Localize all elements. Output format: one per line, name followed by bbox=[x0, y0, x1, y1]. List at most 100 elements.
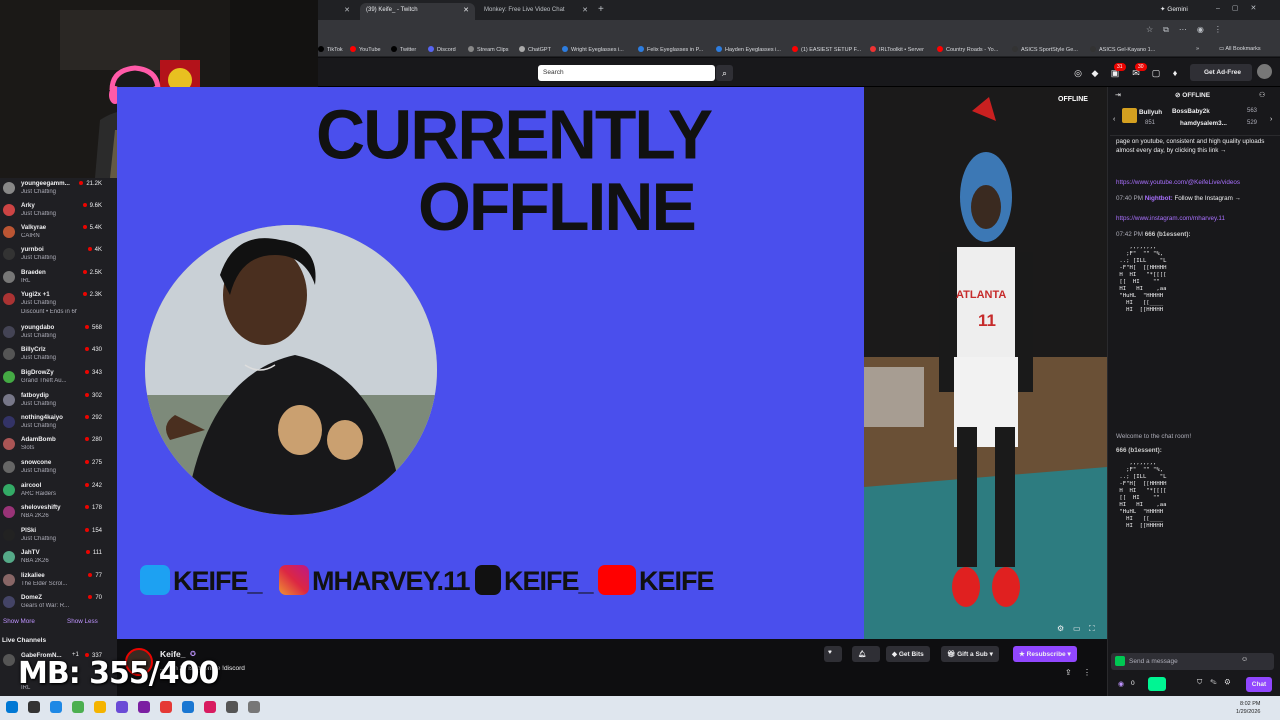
chat-username[interactable]: Nightbot: bbox=[1145, 195, 1173, 202]
bonus-points-button[interactable] bbox=[1148, 677, 1166, 691]
obs-icon[interactable] bbox=[204, 701, 216, 713]
chat-message-input[interactable]: Send a message bbox=[1111, 653, 1274, 670]
app-icon[interactable] bbox=[116, 701, 128, 713]
follow-heart-button[interactable]: ♥ bbox=[824, 646, 842, 662]
bookmark-felix[interactable]: Felix Eyeglasses in P... bbox=[638, 46, 703, 53]
whispers-icon[interactable]: ▢ bbox=[1151, 68, 1161, 78]
social-handle: KEIFE bbox=[639, 566, 715, 596]
bits-icon[interactable]: ◆ bbox=[1090, 68, 1100, 78]
app-icon[interactable] bbox=[248, 701, 260, 713]
get-bits-button[interactable]: ◆ Get Bits bbox=[886, 646, 930, 662]
channel-game: Just Chatting bbox=[21, 300, 57, 306]
chat-username[interactable]: 666 (b1essent): bbox=[1116, 447, 1162, 454]
bookmark-hayden[interactable]: Hayden Eyeglasses i... bbox=[716, 46, 781, 53]
sidebar-channel-item[interactable]: DomeZ Gears of War: R... 70 bbox=[0, 593, 117, 615]
close-tab-icon[interactable]: ✕ bbox=[463, 6, 469, 14]
sidebar-channel-item[interactable]: Yugi2x +1 Just Chatting 2.3K Discount • End… bbox=[0, 290, 117, 315]
resubscribe-button[interactable]: ★ Resubscribe ▾ bbox=[1013, 646, 1077, 662]
edge-icon[interactable] bbox=[50, 701, 62, 713]
notifications-bell-button[interactable]: 🔔︎ bbox=[852, 646, 880, 662]
chat-users-icon[interactable]: ⚇ bbox=[1259, 91, 1265, 99]
bookmark-youtube[interactable]: YouTube bbox=[350, 46, 381, 53]
share-icon[interactable]: ⇪ bbox=[1065, 668, 1072, 677]
sidebar-channel-item[interactable]: lizkaliee The Elder Scrol... 77 bbox=[0, 571, 117, 593]
bookmark-easiest-setup[interactable]: (1) EASIEST SETUP F... bbox=[792, 46, 861, 53]
bookmark-stream-clips[interactable]: Stream Clips bbox=[468, 46, 508, 53]
sidebar-channel-item[interactable]: AdamBomb Slots 280 bbox=[0, 435, 117, 457]
sidebar-channel-item[interactable]: Braeden IRL 2.5K bbox=[0, 268, 117, 290]
sidebar-channel-item[interactable]: youngeegamm... Just Chatting 21.2K bbox=[0, 179, 117, 201]
search-input[interactable]: Search bbox=[538, 65, 715, 81]
explorer-icon[interactable] bbox=[28, 701, 40, 713]
more-options-icon[interactable]: ⋮ bbox=[1083, 668, 1091, 677]
browser-tab-monkey[interactable]: Monkey: Free Live Video Chat ✕ bbox=[478, 3, 594, 20]
bookmarks-overflow-icon[interactable]: » bbox=[1196, 46, 1199, 52]
viewer-count: 2.3K bbox=[83, 292, 102, 298]
chrome-icon[interactable] bbox=[160, 701, 172, 713]
sidebar-channel-item[interactable]: snowcone Just Chatting 275 bbox=[0, 458, 117, 480]
chat-link-url[interactable]: https://www.instagram.com/mharvey.11 bbox=[1116, 215, 1225, 222]
chat-link-url[interactable]: https://www.youtube.com/@KeifeLive/video… bbox=[1116, 179, 1240, 186]
sidebar-channel-item[interactable]: Arky Just Chatting 9.6K bbox=[0, 201, 117, 223]
bookmark-country-roads[interactable]: Country Roads - Yo... bbox=[937, 46, 998, 53]
sidebar-channel-item[interactable]: fatboydip Just Chatting 302 bbox=[0, 391, 117, 413]
sidebar-channel-item[interactable]: yurnboi Just Chatting 4K bbox=[0, 245, 117, 267]
bookmark-irltoolkit[interactable]: IRLToolkit • Server bbox=[870, 46, 924, 53]
chat-badge-icon[interactable] bbox=[1115, 656, 1125, 666]
all-bookmarks[interactable]: ▭ All Bookmarks bbox=[1219, 46, 1261, 52]
fullscreen-icon[interactable]: ⛶ bbox=[1089, 624, 1095, 634]
collapse-chat-icon[interactable]: ⇥ bbox=[1115, 91, 1121, 99]
toolbar-icons[interactable]: ☆⧉⋯◉⋮ bbox=[1146, 25, 1232, 35]
user-avatar[interactable] bbox=[1257, 64, 1272, 79]
window-controls[interactable]: –▢✕ bbox=[1216, 4, 1268, 12]
streamer-portrait bbox=[145, 225, 437, 515]
gifter-count: 563 bbox=[1247, 108, 1258, 114]
crown-icon[interactable]: ♦ bbox=[1170, 68, 1180, 78]
app-icon[interactable] bbox=[72, 701, 84, 713]
gemini-button[interactable]: ✦ Gemini bbox=[1160, 5, 1188, 13]
app-icon[interactable] bbox=[226, 701, 238, 713]
sidebar-channel-item[interactable]: aircool ARC Raiders 242 bbox=[0, 481, 117, 503]
channel-name: nothing4kaiyo bbox=[21, 414, 63, 421]
sidebar-channel-item[interactable]: nothing4kaiyo Just Chatting 292 bbox=[0, 413, 117, 435]
theatre-mode-icon[interactable]: ▭ bbox=[1073, 624, 1081, 633]
browser-tab-twitch[interactable]: (39) Keife_ - Twitch ✕ bbox=[360, 3, 475, 20]
prime-loot-icon[interactable]: ◎ bbox=[1073, 68, 1083, 78]
next-icon[interactable]: › bbox=[1270, 116, 1272, 123]
chat-link[interactable]: https://www.instagram.com/mharvey.11 bbox=[1116, 214, 1274, 223]
new-tab-icon[interactable]: + bbox=[598, 4, 604, 15]
sidebar-channel-item[interactable]: youngdabo Just Chatting 568 bbox=[0, 323, 117, 345]
show-less-link[interactable]: Show Less bbox=[67, 618, 98, 625]
sidebar-channel-item[interactable]: Valkyrae CAIRN 5.4K bbox=[0, 223, 117, 245]
app-icon[interactable] bbox=[138, 701, 150, 713]
windows-start-icon[interactable] bbox=[6, 701, 18, 713]
bookmark-twitter[interactable]: Twitter bbox=[391, 46, 416, 53]
folder-icon[interactable] bbox=[94, 701, 106, 713]
chat-link[interactable]: https://www.youtube.com/@KeifeLive/video… bbox=[1116, 178, 1274, 187]
sidebar-channel-item[interactable]: PlSki Just Chatting 154 bbox=[0, 526, 117, 548]
sidebar-channel-item[interactable]: sheloveshifty NBA 2K26 178 bbox=[0, 503, 117, 525]
app-icon[interactable] bbox=[182, 701, 194, 713]
bookmark-chatgpt[interactable]: ChatGPT bbox=[519, 46, 551, 53]
channel-points-icon[interactable]: ◉ bbox=[1118, 680, 1124, 688]
bookmark-wright[interactable]: Wright Eyeglasses i... bbox=[562, 46, 624, 53]
chat-username[interactable]: 666 (b1essent): bbox=[1145, 231, 1191, 238]
close-tab-icon[interactable]: ✕ bbox=[582, 6, 588, 14]
prev-icon[interactable]: ‹ bbox=[1113, 116, 1115, 123]
sidebar-channel-item[interactable]: JahTV NBA 2K26 111 bbox=[0, 548, 117, 570]
chat-send-button[interactable]: Chat bbox=[1246, 677, 1272, 692]
gift-sub-button[interactable]: 🎁︎ Gift a Sub ▾ bbox=[941, 646, 999, 662]
bookmark-discord[interactable]: Discord bbox=[428, 46, 456, 53]
system-clock[interactable]: 8:02 PM 1/29/2026 bbox=[1236, 700, 1260, 716]
get-ad-free-button[interactable]: Get Ad-Free bbox=[1190, 64, 1252, 81]
show-more-link[interactable]: Show More bbox=[3, 618, 35, 625]
emote-icon[interactable]: ☺ bbox=[1241, 656, 1248, 663]
settings-gear-icon[interactable]: ⚙ bbox=[1057, 624, 1064, 633]
sidebar-channel-item[interactable]: BillyCrlz Just Chatting 430 bbox=[0, 345, 117, 367]
bookmark-asics-kayano[interactable]: ASICS Gel-Kayano 1... bbox=[1090, 46, 1155, 53]
bookmark-tiktok[interactable]: TikTok bbox=[318, 46, 343, 53]
bookmark-asics-sportstyle[interactable]: ASICS SportStyle Ge... bbox=[1012, 46, 1078, 53]
chat-tool-icons[interactable]: ⛉✎⚙ bbox=[1197, 679, 1238, 687]
sidebar-channel-item[interactable]: BigDrowZy Grand Theft Au... 343 bbox=[0, 368, 117, 390]
search-icon[interactable]: ⌕ bbox=[716, 65, 733, 81]
